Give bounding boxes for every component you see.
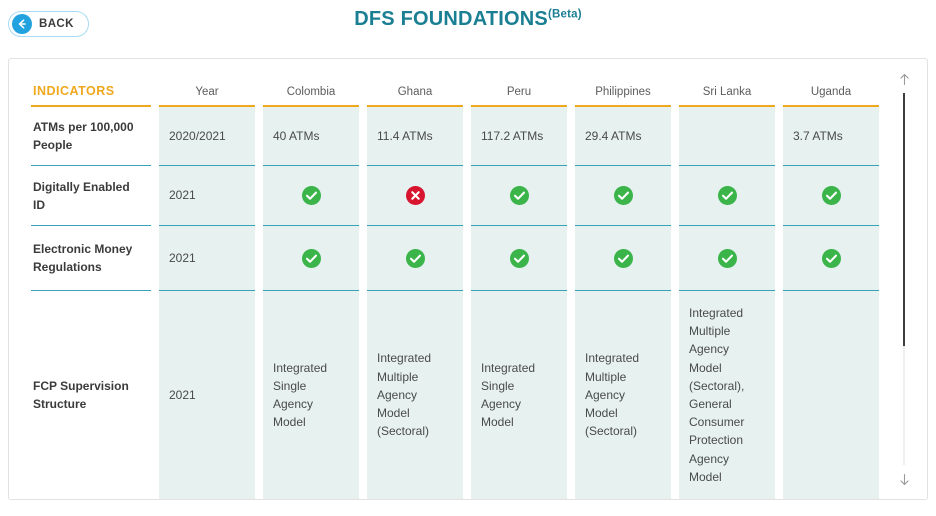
cell-colombia (263, 226, 359, 291)
check-circle-icon (301, 186, 321, 206)
scrollbar-track[interactable] (903, 93, 905, 465)
cell-year: 2020/2021 (159, 107, 255, 166)
check-circle-icon (821, 186, 841, 206)
indicator-label: Electronic Money Regulations (31, 226, 151, 291)
cell-peru: Integrated Single Agency Model (471, 291, 567, 499)
cell-colombia (263, 166, 359, 226)
column-header-indicators: INDICATORS (31, 77, 151, 107)
check-circle-icon (821, 248, 841, 268)
check-circle-icon (509, 186, 529, 206)
check-circle-icon (613, 186, 633, 206)
cell-uganda (783, 166, 879, 226)
cell-sri-lanka (679, 166, 775, 226)
indicators-table: INDICATORS Year Colombia Ghana Peru Phil… (23, 77, 887, 499)
scrollbar-thumb[interactable] (903, 93, 905, 346)
check-circle-icon (717, 248, 737, 268)
check-circle-icon (717, 186, 737, 206)
column-header-uganda: Uganda (783, 77, 879, 107)
cell-ghana (367, 166, 463, 226)
arrow-up-icon[interactable] (896, 71, 912, 87)
cross-circle-icon (405, 186, 425, 206)
indicator-card: INDICATORS Year Colombia Ghana Peru Phil… (8, 58, 928, 500)
column-header-ghana: Ghana (367, 77, 463, 107)
table-scroll-area: INDICATORS Year Colombia Ghana Peru Phil… (9, 59, 887, 499)
cell-philippines (575, 226, 671, 291)
cell-uganda: 3.7 ATMs (783, 107, 879, 166)
cell-philippines: 29.4 ATMs (575, 107, 671, 166)
column-header-colombia: Colombia (263, 77, 359, 107)
cell-sri-lanka: Integrated Multiple Agency Model (Sector… (679, 291, 775, 499)
check-circle-icon (613, 248, 633, 268)
cell-philippines: Integrated Multiple Agency Model (Sector… (575, 291, 671, 499)
cell-peru: 117.2 ATMs (471, 107, 567, 166)
header-row: INDICATORS Year Colombia Ghana Peru Phil… (31, 77, 879, 107)
column-header-year: Year (159, 77, 255, 107)
cell-sri-lanka (679, 226, 775, 291)
cell-year: 2021 (159, 291, 255, 499)
table-header: INDICATORS Year Colombia Ghana Peru Phil… (31, 77, 879, 107)
cell-sri-lanka (679, 107, 775, 166)
cell-peru (471, 226, 567, 291)
indicator-label: Digitally Enabled ID (31, 166, 151, 226)
vertical-scrollbar[interactable] (893, 71, 915, 487)
table-row: Electronic Money Regulations 2021 (31, 226, 879, 291)
check-circle-icon (405, 248, 425, 268)
check-circle-icon (509, 248, 529, 268)
beta-badge: (Beta) (547, 8, 582, 21)
indicator-label: FCP Supervision Structure (31, 291, 151, 499)
cell-ghana (367, 226, 463, 291)
table-body: ATMs per 100,000 People 2020/2021 40 ATMs 1… (31, 107, 879, 499)
cell-uganda (783, 226, 879, 291)
cell-colombia: Integrated Single Agency Model (263, 291, 359, 499)
cell-ghana: 11.4 ATMs (367, 107, 463, 166)
cell-uganda (783, 291, 879, 499)
cell-philippines (575, 166, 671, 226)
column-header-sri-lanka: Sri Lanka (679, 77, 775, 107)
page-title: DFS FOUNDATIONS(Beta) (0, 8, 936, 31)
table-row: FCP Supervision Structure 2021 Integrated … (31, 291, 879, 499)
cell-year: 2021 (159, 226, 255, 291)
table-row: ATMs per 100,000 People 2020/2021 40 ATMs 1… (31, 107, 879, 166)
arrow-down-icon[interactable] (896, 471, 912, 487)
page-title-text: DFS FOUNDATIONS (354, 8, 548, 30)
top-bar: BACK DFS FOUNDATIONS(Beta) (0, 0, 936, 50)
cell-peru (471, 166, 567, 226)
column-header-philippines: Philippines (575, 77, 671, 107)
cell-ghana: Integrated Multiple Agency Model (Sector… (367, 291, 463, 499)
indicator-label: ATMs per 100,000 People (31, 107, 151, 166)
table-row: Digitally Enabled ID 2021 (31, 166, 879, 226)
check-circle-icon (301, 248, 321, 268)
cell-colombia: 40 ATMs (263, 107, 359, 166)
column-header-peru: Peru (471, 77, 567, 107)
cell-year: 2021 (159, 166, 255, 226)
